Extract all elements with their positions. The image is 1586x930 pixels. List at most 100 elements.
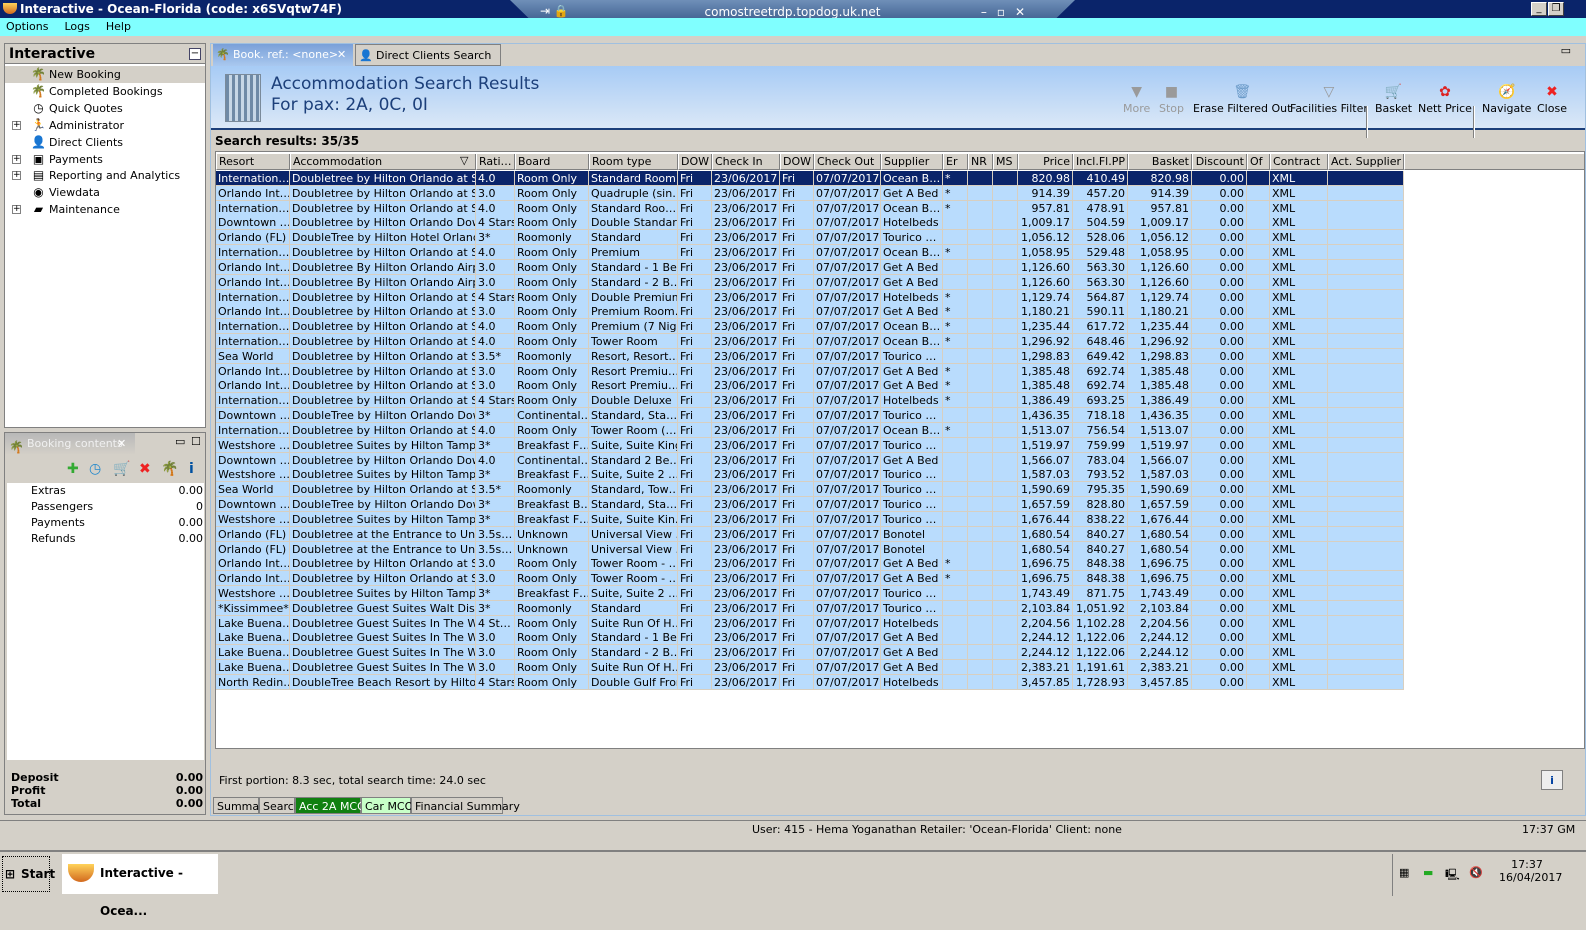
table-cell[interactable]: 07/07/2017 bbox=[814, 630, 881, 646]
table-cell[interactable]: Fri bbox=[780, 378, 814, 394]
tab-direct-clients-search[interactable]: 👤 Direct Clients Search bbox=[355, 44, 501, 66]
table-cell[interactable]: 3* bbox=[476, 600, 515, 616]
table-cell[interactable]: 23/06/2017 bbox=[712, 585, 780, 601]
table-cell[interactable]: XML bbox=[1270, 348, 1328, 364]
table-cell[interactable]: Resort, Resort… bbox=[589, 348, 678, 364]
table-cell[interactable]: 0.00 bbox=[1192, 437, 1247, 453]
table-cell[interactable] bbox=[993, 556, 1018, 572]
table-cell[interactable]: Doubletree Suites by Hilton Tampa … bbox=[290, 511, 476, 527]
table-cell[interactable]: 0.00 bbox=[1192, 393, 1247, 409]
table-cell[interactable]: Get A Bed bbox=[881, 556, 943, 572]
table-cell[interactable] bbox=[993, 541, 1018, 557]
table-cell[interactable]: Get A Bed bbox=[881, 452, 943, 468]
table-cell[interactable] bbox=[993, 452, 1018, 468]
table-cell[interactable]: Fri bbox=[780, 482, 814, 498]
table-cell[interactable]: 23/06/2017 bbox=[712, 200, 780, 216]
filter-icon[interactable]: ▽ bbox=[460, 154, 468, 167]
table-cell[interactable] bbox=[1328, 511, 1404, 527]
table-cell[interactable]: Doubletree By Hilton Orlando Airport bbox=[290, 274, 476, 290]
close-button[interactable]: ✖ Close bbox=[1537, 84, 1567, 116]
table-cell[interactable]: * bbox=[943, 556, 968, 572]
table-cell[interactable]: 23/06/2017 bbox=[712, 630, 780, 646]
table-cell[interactable]: 1,126.60 bbox=[1128, 274, 1192, 290]
table-cell[interactable]: 23/06/2017 bbox=[712, 171, 780, 186]
table-cell[interactable]: 07/07/2017 bbox=[814, 571, 881, 587]
table-cell[interactable]: Resort Premiu… bbox=[589, 378, 678, 394]
table-cell[interactable]: XML bbox=[1270, 185, 1328, 201]
table-cell[interactable]: Get A Bed bbox=[881, 378, 943, 394]
table-cell[interactable]: 3.0 bbox=[476, 660, 515, 676]
table-cell[interactable]: 1,126.60 bbox=[1128, 259, 1192, 275]
table-cell[interactable]: 1,385.48 bbox=[1018, 363, 1073, 379]
table-cell[interactable] bbox=[943, 348, 968, 364]
table-cell[interactable]: Downtown … bbox=[216, 215, 290, 231]
table-cell[interactable]: 1,009.17 bbox=[1018, 215, 1073, 231]
table-cell[interactable]: Fri bbox=[780, 245, 814, 261]
table-cell[interactable]: XML bbox=[1270, 230, 1328, 246]
table-cell[interactable] bbox=[968, 408, 993, 424]
table-cell[interactable]: Orlando Int… bbox=[216, 363, 290, 379]
table-cell[interactable]: Fri bbox=[780, 215, 814, 231]
table-cell[interactable]: Downtown … bbox=[216, 408, 290, 424]
table-cell[interactable]: Room Only bbox=[515, 571, 589, 587]
table-cell[interactable]: Breakfast F… bbox=[515, 585, 589, 601]
table-cell[interactable]: 848.38 bbox=[1073, 571, 1128, 587]
table-cell[interactable]: 0.00 bbox=[1192, 674, 1247, 690]
table-cell[interactable] bbox=[1328, 215, 1404, 231]
table-cell[interactable] bbox=[968, 571, 993, 587]
table-cell[interactable]: Fri bbox=[678, 600, 712, 616]
table-cell[interactable]: Internation… bbox=[216, 171, 290, 186]
table-cell[interactable]: 23/06/2017 bbox=[712, 674, 780, 690]
table-cell[interactable] bbox=[1328, 289, 1404, 305]
table-cell[interactable]: Doubletree by Hilton Orlando at Se… bbox=[290, 185, 476, 201]
table-cell[interactable]: Lake Buena… bbox=[216, 615, 290, 631]
table-cell[interactable]: Get A Bed bbox=[881, 630, 943, 646]
table-cell[interactable]: Fri bbox=[678, 482, 712, 498]
table-cell[interactable] bbox=[1328, 319, 1404, 335]
table-cell[interactable] bbox=[968, 482, 993, 498]
table-cell[interactable]: 23/06/2017 bbox=[712, 230, 780, 246]
table-cell[interactable] bbox=[968, 363, 993, 379]
table-cell[interactable]: Room Only bbox=[515, 171, 589, 186]
table-cell[interactable]: 07/07/2017 bbox=[814, 378, 881, 394]
table-cell[interactable]: Orlando Int… bbox=[216, 274, 290, 290]
table-cell[interactable] bbox=[993, 319, 1018, 335]
table-cell[interactable]: Fri bbox=[678, 452, 712, 468]
column-header-discount[interactable]: Discount bbox=[1192, 154, 1247, 170]
column-header-nr[interactable]: NR bbox=[968, 154, 993, 170]
table-cell[interactable] bbox=[943, 511, 968, 527]
table-cell[interactable]: XML bbox=[1270, 245, 1328, 261]
delete-icon[interactable]: ✖ bbox=[139, 461, 151, 477]
table-cell[interactable] bbox=[943, 541, 968, 557]
table-cell[interactable]: 07/07/2017 bbox=[814, 600, 881, 616]
table-cell[interactable]: Orlando Int… bbox=[216, 556, 290, 572]
table-cell[interactable]: 3.0 bbox=[476, 185, 515, 201]
maximize-icon[interactable]: ☐ bbox=[191, 435, 201, 448]
table-cell[interactable] bbox=[1328, 571, 1404, 587]
table-cell[interactable] bbox=[1247, 571, 1270, 587]
table-cell[interactable] bbox=[1328, 408, 1404, 424]
column-header-accommodation[interactable]: Accommodation bbox=[290, 154, 476, 170]
table-cell[interactable] bbox=[993, 674, 1018, 690]
table-cell[interactable]: 410.49 bbox=[1073, 171, 1128, 186]
table-cell[interactable]: Fri bbox=[678, 615, 712, 631]
table-cell[interactable]: 2,383.21 bbox=[1128, 660, 1192, 676]
table-cell[interactable]: Get A Bed bbox=[881, 185, 943, 201]
table-cell[interactable]: 1,385.48 bbox=[1018, 378, 1073, 394]
table-cell[interactable]: Tourico … bbox=[881, 230, 943, 246]
table-cell[interactable]: XML bbox=[1270, 437, 1328, 453]
table-cell[interactable]: Fri bbox=[678, 289, 712, 305]
column-header-incl-fl-pp[interactable]: Incl.Fl.PP bbox=[1073, 154, 1128, 170]
table-cell[interactable] bbox=[1328, 600, 1404, 616]
table-cell[interactable]: Breakfast F… bbox=[515, 437, 589, 453]
stop-button[interactable]: ■ Stop bbox=[1159, 84, 1184, 116]
table-cell[interactable]: 1,696.75 bbox=[1018, 556, 1073, 572]
table-cell[interactable]: Fri bbox=[678, 304, 712, 320]
booking-contents-tab[interactable]: 🌴 Booking contents ✕ bbox=[5, 433, 135, 455]
table-cell[interactable]: 1,058.95 bbox=[1128, 245, 1192, 261]
table-cell[interactable] bbox=[1328, 274, 1404, 290]
table-cell[interactable]: Fri bbox=[780, 452, 814, 468]
table-cell[interactable] bbox=[993, 630, 1018, 646]
table-cell[interactable]: 0.00 bbox=[1192, 289, 1247, 305]
table-cell[interactable] bbox=[1247, 660, 1270, 676]
